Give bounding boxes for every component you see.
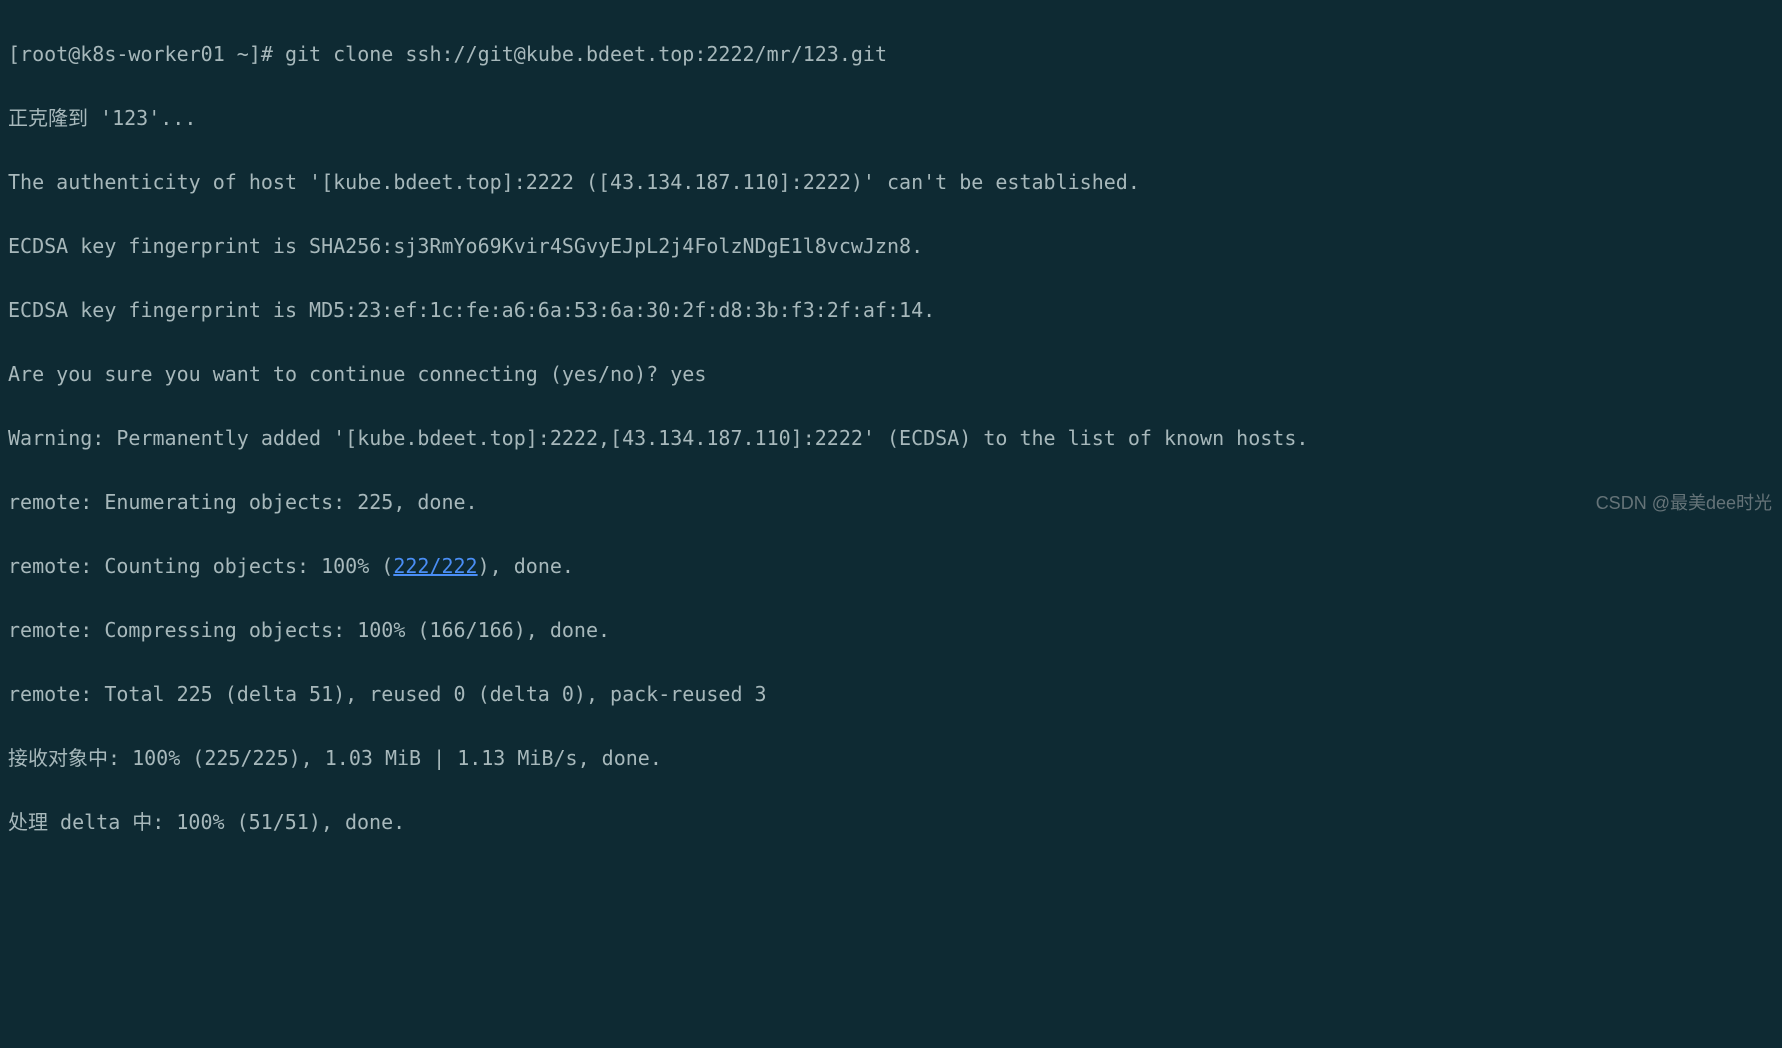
terminal-line-output: ECDSA key fingerprint is MD5:23:ef:1c:fe…: [8, 294, 1774, 326]
shell-prompt: [root@k8s-worker01 ~]#: [8, 42, 285, 66]
terminal-line-output: remote: Total 225 (delta 51), reused 0 (…: [8, 678, 1774, 710]
terminal-line-output: ECDSA key fingerprint is SHA256:sj3RmYo6…: [8, 230, 1774, 262]
user-input-yes[interactable]: yes: [670, 362, 706, 386]
terminal-line-output: remote: Compressing objects: 100% (166/1…: [8, 614, 1774, 646]
terminal-line-output: The authenticity of host '[kube.bdeet.to…: [8, 166, 1774, 198]
terminal-line-prompt: [root@k8s-worker01 ~]# git clone ssh://g…: [8, 38, 1774, 70]
terminal-line-output: Are you sure you want to continue connec…: [8, 358, 1774, 390]
terminal-line-output: remote: Enumerating objects: 225, done.: [8, 486, 1774, 518]
counting-suffix: ), done.: [478, 554, 574, 578]
terminal-line-output: Warning: Permanently added '[kube.bdeet.…: [8, 422, 1774, 454]
terminal-line-output: remote: Counting objects: 100% (222/222)…: [8, 550, 1774, 582]
watermark-text: CSDN @最美dee时光: [1596, 489, 1772, 518]
count-progress-link[interactable]: 222/222: [393, 554, 477, 578]
terminal-line-output: 接收对象中: 100% (225/225), 1.03 MiB | 1.13 M…: [8, 742, 1774, 774]
host-auth-question: Are you sure you want to continue connec…: [8, 362, 670, 386]
shell-command: git clone ssh://git@kube.bdeet.top:2222/…: [285, 42, 887, 66]
counting-prefix: remote: Counting objects: 100% (: [8, 554, 393, 578]
terminal-line-output: 处理 delta 中: 100% (51/51), done.: [8, 806, 1774, 838]
terminal-line-output: 正克隆到 '123'...: [8, 102, 1774, 134]
